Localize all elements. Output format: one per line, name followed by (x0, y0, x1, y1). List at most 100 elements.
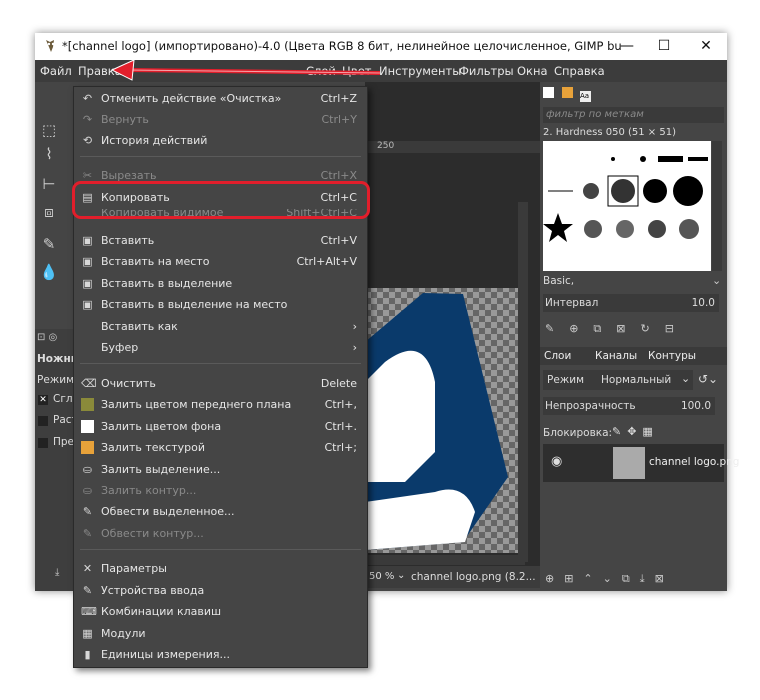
spacing-value: 10.0 (691, 297, 715, 309)
fonts-tab-icon[interactable]: Aa (580, 91, 591, 102)
menu-item-preferences[interactable]: ✕ Параметры (74, 558, 367, 579)
smudge-icon[interactable]: 💧 (39, 262, 59, 282)
brush-preset[interactable]: Basic, (543, 275, 574, 287)
spacing-slider[interactable]: Интервал 10.0 (543, 294, 719, 312)
transform-icon[interactable]: ⧈ (39, 202, 59, 222)
tab-paths[interactable]: Контуры (648, 350, 696, 362)
spacing-label: Интервал (545, 297, 599, 309)
crop-icon[interactable]: ⊢ (39, 174, 59, 194)
save-options-icon[interactable]: ⤓ (55, 567, 59, 578)
brush-filter-placeholder: фильтр по меткам (546, 109, 644, 120)
menu-item-fill-pattern[interactable]: Залить текстурой Ctrl+; (74, 437, 367, 458)
menu-item-redo[interactable]: ↷ Вернуть Ctrl+Y (74, 109, 367, 130)
tool-options-panel: ⊡ ◎ Ножни Режим: ✕ Сгла Раст Пре ⤓ (35, 329, 79, 591)
menu-item-paste-into-selection-in-place[interactable]: ▣ Вставить в выделение на место (74, 294, 367, 315)
brushes-tab-icon[interactable] (543, 87, 554, 98)
menu-help[interactable]: Справка (554, 64, 605, 78)
menu-item-input-devices[interactable]: ✎ Устройства ввода (74, 580, 367, 601)
opacity-value: 100.0 (680, 400, 711, 412)
menu-item-paste-into-selection[interactable]: ▣ Вставить в выделение (74, 273, 367, 294)
zoom-dropdown-icon[interactable]: ⌄ (397, 570, 405, 581)
tab-layers[interactable]: Слои (544, 350, 571, 362)
menu-filters[interactable]: Фильтры (459, 64, 514, 78)
menu-item-undo[interactable]: ↶ Отменить действие «Очистка» Ctrl+Z (74, 88, 367, 109)
layer-mode-value: Нормальный (601, 374, 672, 386)
buffer-label: Буфер (101, 341, 139, 354)
current-brush-label: 2. Hardness 050 (51 × 51) (543, 127, 676, 138)
pattern-swatch-icon (81, 441, 94, 454)
menu-edit[interactable]: Правка (78, 64, 122, 78)
minimize-button[interactable]: — (612, 36, 642, 56)
menu-file[interactable]: Файл (40, 64, 72, 78)
layer-thumbnail (613, 447, 645, 479)
paste-icon: ▣ (82, 234, 93, 247)
brush-actions[interactable]: ✎⊕⧉⊠↻⊟ (545, 322, 721, 336)
copy-highlight-annotation (72, 181, 370, 219)
menu-item-history[interactable]: ⟲ История действий (74, 130, 367, 151)
eraser-icon[interactable]: ✎ (39, 234, 59, 254)
paste-label: Вставить (101, 234, 155, 247)
visibility-eye-icon[interactable]: ◉ (551, 454, 562, 469)
menu-item-modules[interactable]: ▦ Модули (74, 623, 367, 644)
preset-dropdown-icon[interactable]: ⌄ (712, 274, 721, 287)
menu-item-paste-in-place[interactable]: ▣ Вставить на место Ctrl+Alt+V (74, 251, 367, 272)
close-button[interactable]: ✕ (691, 36, 721, 56)
preview-checkbox[interactable] (38, 438, 48, 448)
tab-channels[interactable]: Каналы (595, 350, 637, 362)
edit-menu-dropdown: ↶ Отменить действие «Очистка» Ctrl+Z ↷ В… (73, 86, 368, 668)
horizontal-ruler: 250 (365, 141, 540, 153)
menu-item-stroke-path[interactable]: ✎ Обвести контур... (74, 523, 367, 544)
redo-shortcut: Ctrl+Y (321, 113, 357, 126)
layer-row[interactable]: ◉ channel logo.png (543, 444, 739, 482)
menu-item-fill-path[interactable]: ⛀ Залить контур... (74, 480, 367, 501)
menu-item-stroke-selection[interactable]: ✎ Обвести выделенное... (74, 501, 367, 522)
preferences-icon: ✕ (82, 562, 93, 575)
menu-item-fill-bg[interactable]: Залить цветом фона Ctrl+. (74, 416, 367, 437)
brush-scrollbar[interactable] (712, 141, 722, 271)
feather-checkbox[interactable] (38, 416, 48, 426)
layer-mode-select[interactable]: Режим Нормальный ⌄ (543, 370, 693, 390)
submenu-arrow-icon: › (352, 341, 357, 354)
menu-tools[interactable]: Инструменты (379, 64, 461, 78)
menu-windows[interactable]: Окна (517, 64, 548, 78)
mode-reset-icon[interactable]: ↺⌄ (698, 372, 718, 386)
menu-item-fill-selection[interactable]: ⛀ Залить выделение... (74, 459, 367, 480)
units-icon: ▮ (84, 648, 91, 661)
fg-color-swatch-icon (81, 398, 94, 411)
brush-grid[interactable] (543, 141, 711, 271)
fill-fg-label: Залить цветом переднего плана (101, 398, 292, 411)
menu-item-paste[interactable]: ▣ Вставить Ctrl+V (74, 230, 367, 251)
layer-actions[interactable]: ⊕⊞⌃⌄⧉⤓⊠ (545, 572, 725, 586)
redo-icon: ↷ (82, 113, 93, 126)
patterns-tab-icon[interactable] (561, 87, 573, 98)
clear-icon: ⌫ (81, 377, 97, 390)
menu-item-paste-as[interactable]: Вставить как › (74, 316, 367, 337)
bucket-fill-icon: ⛀ (82, 484, 93, 497)
brush-filter-input[interactable]: фильтр по меткам (543, 107, 724, 123)
opacity-slider[interactable]: Непрозрачность 100.0 (543, 397, 715, 415)
mode-dropdown-icon: ⌄ (681, 372, 691, 385)
antialias-checkbox[interactable]: ✕ (38, 395, 48, 405)
fill-fg-shortcut: Ctrl+, (324, 398, 357, 411)
menu-item-keyboard-shortcuts[interactable]: ⌨ Комбинации клавиш (74, 601, 367, 622)
menu-item-buffer[interactable]: Буфер › (74, 337, 367, 358)
paste-shortcut: Ctrl+V (320, 234, 357, 247)
menu-separator (80, 156, 361, 157)
rect-select-icon[interactable]: ⬚ (39, 120, 59, 140)
menu-item-fill-fg[interactable]: Залить цветом переднего плана Ctrl+, (74, 394, 367, 415)
fill-path-label: Залить контур... (101, 484, 197, 497)
canvas-area[interactable] (365, 82, 540, 570)
paste-in-place-shortcut: Ctrl+Alt+V (296, 255, 357, 268)
menu-layer[interactable]: Слой (306, 64, 336, 78)
menu-color[interactable]: Цвет (342, 64, 371, 78)
lock-icons[interactable]: ✎✥▦ (612, 425, 659, 438)
zoom-level[interactable]: 50 % (369, 571, 394, 582)
paste-as-label: Вставить как (101, 320, 178, 333)
menu-item-units[interactable]: ▮ Единицы измерения... (74, 644, 367, 665)
free-select-icon[interactable]: ⌇ (39, 144, 59, 164)
mode-label: Режим: (37, 374, 78, 386)
canvas-image (365, 202, 528, 565)
maximize-button[interactable]: ☐ (649, 36, 679, 56)
menu-item-clear[interactable]: ⌫ Очистить Delete (74, 373, 367, 394)
undo-shortcut: Ctrl+Z (320, 92, 357, 105)
